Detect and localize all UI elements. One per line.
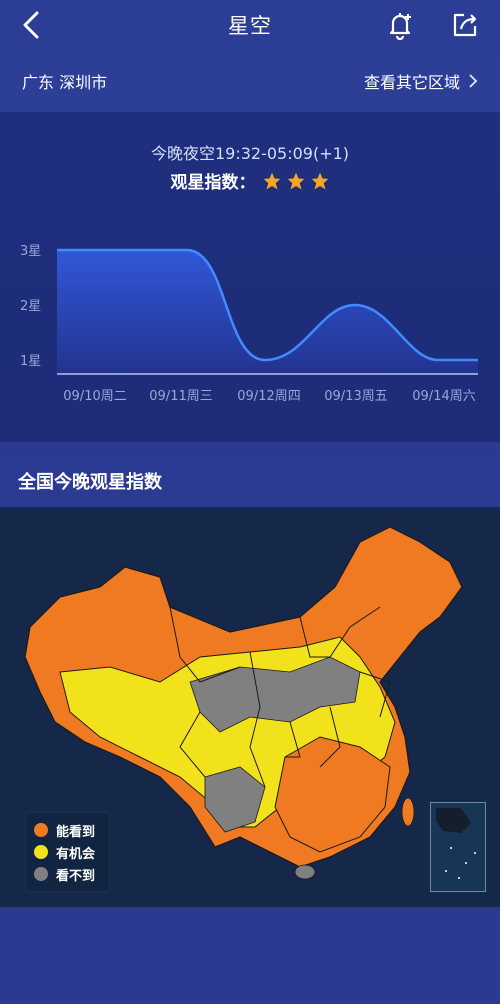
page-title: 星空 [228, 14, 272, 38]
share-icon [453, 13, 477, 37]
legend-dot [34, 867, 48, 881]
x-tick-label: 09/13周五 [324, 389, 387, 404]
chevron-right-icon [469, 74, 478, 88]
chevron-left-icon [23, 11, 39, 39]
y-tick-label: 2星 [20, 299, 41, 314]
legend-dot [34, 823, 48, 837]
legend-item: 能看到 [34, 819, 101, 841]
x-tick-label: 09/14周六 [412, 389, 475, 404]
map-island-taiwan [401, 797, 415, 827]
y-tick-label: 1星 [20, 354, 41, 369]
map-island-hainan [294, 864, 316, 880]
forecast-chart: 1星 2星 3星 09/10周二 09/11周三 09/12周四 09/13周五 09/14周… [20, 244, 478, 404]
star-icon [311, 172, 328, 189]
national-map[interactable]: 能看到 有机会 看不到 [0, 507, 500, 907]
map-legend: 能看到 有机会 看不到 [25, 812, 110, 892]
forecast-card: 今晚夜空19:32-05:09(+1) 观星指数： 1星 2星 3星 09/10周二 0… [0, 112, 500, 442]
star-icon [287, 172, 304, 189]
other-regions-label: 查看其它区域 [363, 73, 460, 92]
chart-area [57, 250, 478, 374]
screen: 星空 广东 深圳市 查看其它区域 今晚夜空19:32-05:09(+1) 观星指… [0, 0, 500, 1004]
stargazing-index: 观星指数： [0, 168, 500, 193]
top-nav-bar: 星空 [0, 0, 500, 50]
bottom-area [0, 907, 500, 1004]
legend-label: 有机会 [56, 846, 96, 862]
legend-item: 有机会 [34, 841, 101, 863]
back-button[interactable] [16, 10, 46, 40]
legend-label: 能看到 [56, 824, 96, 840]
reminder-button[interactable] [383, 8, 417, 42]
current-city: 广东 深圳市 [22, 73, 108, 92]
x-tick-label: 09/10周二 [63, 389, 126, 404]
location-bar: 广东 深圳市 查看其它区域 [0, 50, 500, 112]
national-index-title: 全国今晚观星指数 [0, 455, 500, 507]
other-regions-link[interactable]: 查看其它区域 [364, 69, 478, 93]
south-china-sea-inset [430, 802, 486, 892]
tonight-window: 今晚夜空19:32-05:09(+1) [150, 144, 350, 163]
x-tick-label: 09/12周四 [237, 389, 300, 404]
legend-item: 看不到 [34, 863, 101, 885]
bell-plus-icon [389, 13, 411, 40]
star-icon [263, 172, 280, 189]
y-tick-label: 3星 [20, 244, 41, 259]
star-rating [262, 171, 330, 191]
legend-label: 看不到 [56, 868, 96, 884]
inset-map [436, 808, 476, 879]
legend-dot [34, 845, 48, 859]
share-button[interactable] [448, 8, 482, 42]
stargazing-index-label: 观星指数： [170, 173, 256, 193]
x-tick-label: 09/11周三 [149, 389, 212, 404]
